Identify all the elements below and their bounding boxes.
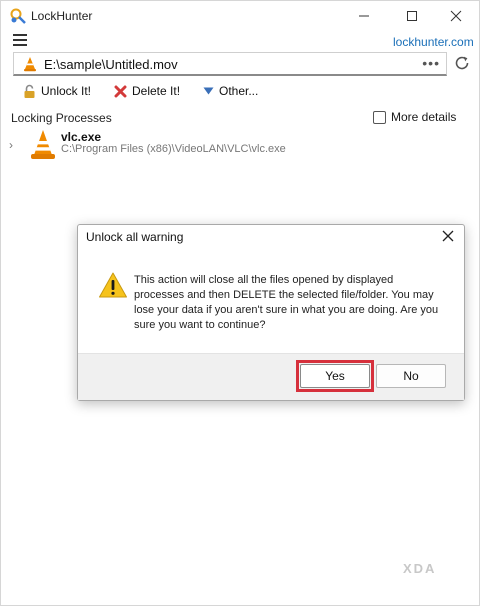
- unlock-it-button[interactable]: Unlock It!: [23, 82, 91, 100]
- delete-x-icon: [114, 85, 127, 97]
- lockhunter-app-icon: [10, 8, 26, 24]
- vlc-cone-icon: [31, 130, 55, 159]
- unlock-it-label: Unlock It!: [41, 84, 92, 98]
- more-details-label: More details: [391, 110, 457, 124]
- triangle-down-icon: [203, 87, 214, 95]
- process-path: C:\Program Files (x86)\VideoLAN\VLC\vlc.…: [61, 143, 286, 155]
- no-button[interactable]: No: [376, 364, 446, 388]
- hamburger-icon-line: [13, 44, 27, 46]
- xda-watermark: XDA: [403, 561, 437, 576]
- path-input[interactable]: E:\sample\Untitled.mov •••: [13, 52, 447, 76]
- minimize-icon: [359, 15, 369, 17]
- window-title: LockHunter: [31, 9, 93, 23]
- maximize-icon: [407, 11, 417, 21]
- hamburger-icon-line: [13, 39, 27, 41]
- other-button[interactable]: Other...: [203, 82, 258, 100]
- warning-icon: [99, 272, 127, 298]
- padlock-icon: [24, 84, 35, 98]
- more-details-checkbox[interactable]: More details: [373, 110, 456, 124]
- chevron-right-icon[interactable]: ›: [9, 138, 13, 152]
- hamburger-icon-line: [13, 34, 27, 36]
- refresh-icon[interactable]: [453, 54, 471, 72]
- process-name: vlc.exe: [61, 130, 102, 144]
- yes-button[interactable]: Yes: [300, 364, 370, 388]
- checkbox-box[interactable]: [373, 110, 386, 124]
- lockhunter-window: LockHunter lockhunter.com E:\sample\Unti…: [0, 0, 480, 606]
- locking-processes-heading: Locking Processes: [11, 111, 112, 125]
- vlc-cone-icon: [24, 57, 36, 72]
- title-bar: LockHunter: [1, 1, 479, 31]
- other-label: Other...: [219, 84, 259, 98]
- menu-button[interactable]: [13, 34, 27, 46]
- unlock-warning-dialog: Unlock all warning This action will clos…: [77, 224, 465, 401]
- dialog-button-bar: Yes No: [78, 353, 464, 400]
- delete-it-button[interactable]: Delete It!: [114, 82, 180, 100]
- close-icon[interactable]: [440, 228, 456, 244]
- close-icon: [450, 10, 462, 22]
- dialog-title: Unlock all warning: [86, 230, 184, 244]
- close-window-button[interactable]: [433, 1, 479, 31]
- maximize-button[interactable]: [389, 1, 435, 31]
- path-value: E:\sample\Untitled.mov: [44, 57, 178, 72]
- delete-it-label: Delete It!: [132, 84, 181, 98]
- website-link[interactable]: lockhunter.com: [393, 35, 474, 49]
- dialog-body: This action will close all the files ope…: [78, 249, 464, 353]
- process-row[interactable]: › vlc.exe C:\Program Files (x86)\VideoLA…: [7, 127, 467, 163]
- browse-more-button[interactable]: •••: [422, 55, 440, 71]
- dialog-message: This action will close all the files ope…: [134, 274, 439, 331]
- minimize-button[interactable]: [341, 1, 387, 31]
